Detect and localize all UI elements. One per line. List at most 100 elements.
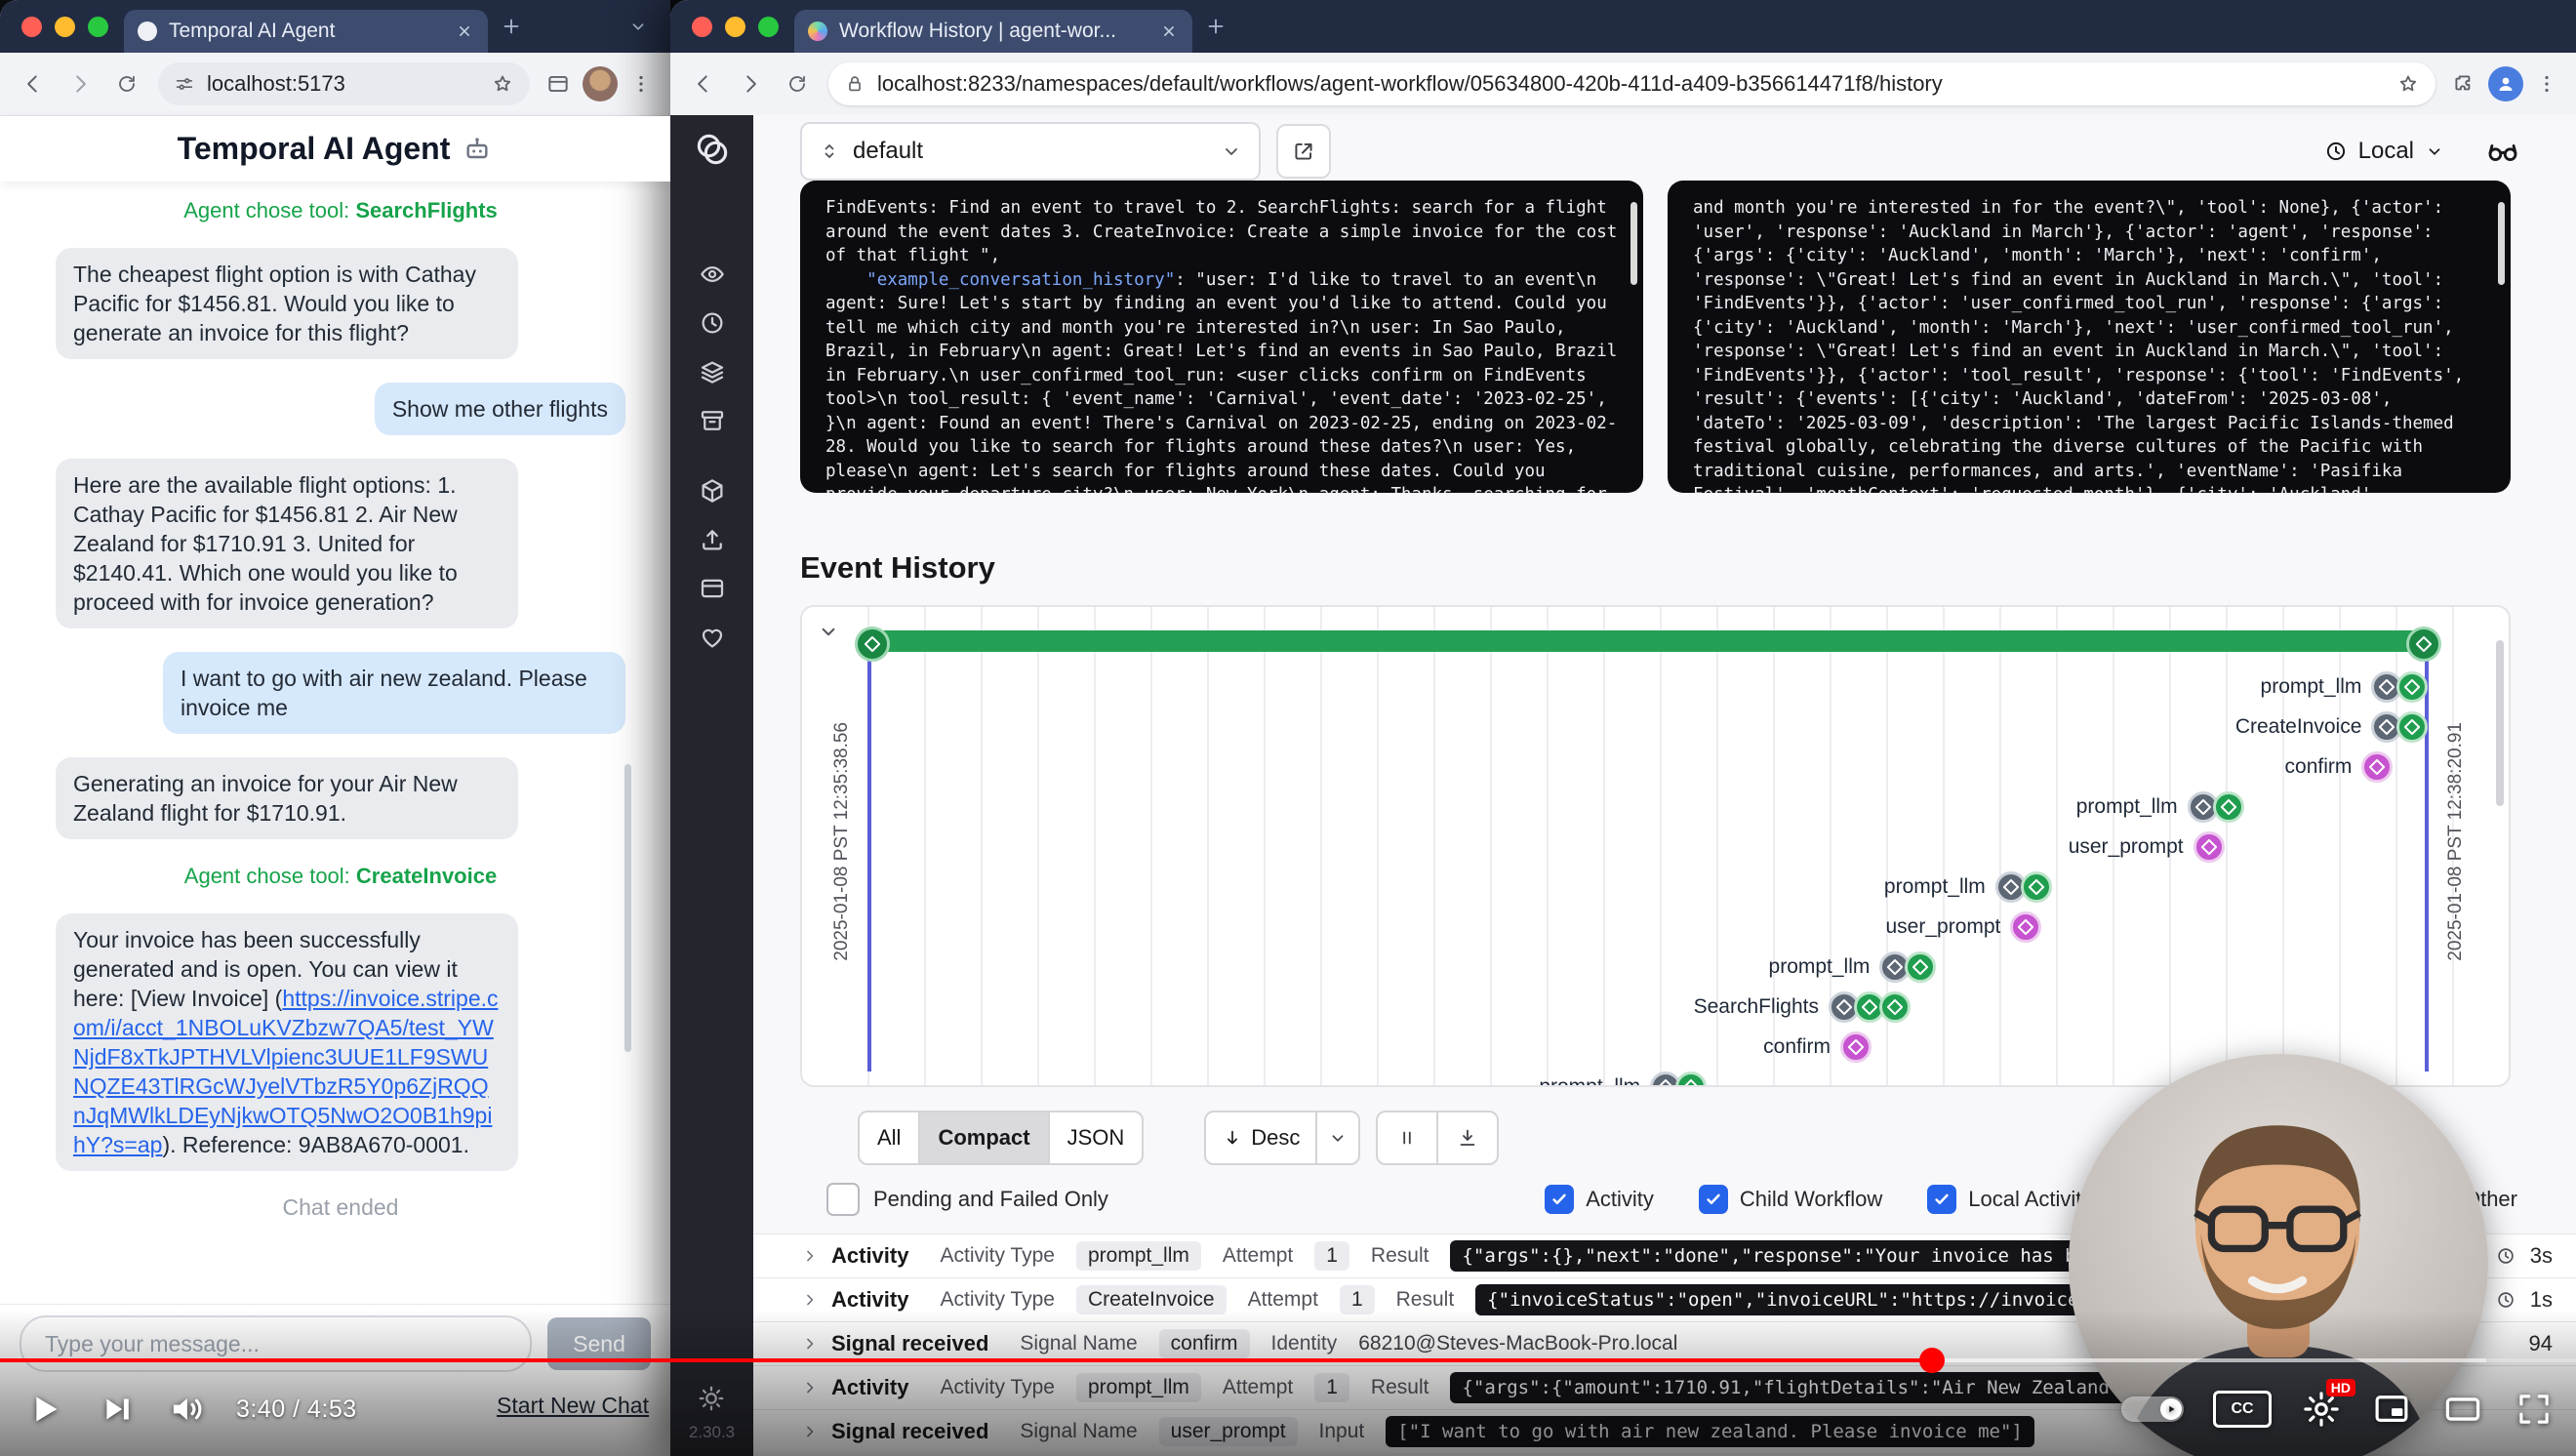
timeline-marker-green[interactable] xyxy=(1675,1072,1707,1087)
timeline-marker-green[interactable] xyxy=(2021,871,2052,903)
next-button[interactable] xyxy=(96,1389,137,1430)
timeline-event[interactable]: CreateInvoice xyxy=(802,714,2428,740)
open-in-new-button[interactable] xyxy=(1276,124,1331,179)
eye-icon[interactable] xyxy=(698,260,727,289)
namespace-selector[interactable]: default xyxy=(800,122,1261,181)
tab-close-icon[interactable] xyxy=(1159,21,1179,41)
type-filter-activity[interactable]: Activity xyxy=(1545,1185,1654,1214)
theater-mode-button[interactable] xyxy=(2441,1388,2484,1431)
close-window-button[interactable] xyxy=(692,17,712,37)
workflow-result-panel[interactable]: and month you're interested in for the e… xyxy=(1668,181,2511,493)
tab-close-icon[interactable] xyxy=(455,21,474,41)
sort-order-button[interactable]: Desc xyxy=(1204,1111,1360,1165)
download-history-button[interactable] xyxy=(1436,1112,1497,1163)
chat-message-input[interactable] xyxy=(20,1315,532,1372)
timeline-event[interactable]: prompt_llm xyxy=(802,674,2428,700)
extensions-puzzle-icon[interactable] xyxy=(2451,71,2476,97)
archive-icon[interactable] xyxy=(698,406,727,435)
captions-button[interactable]: CC xyxy=(2213,1391,2272,1428)
timeline-event[interactable]: confirm xyxy=(802,1034,1872,1060)
schedules-clock-icon[interactable] xyxy=(698,308,727,338)
type-filter-child-workflow[interactable]: Child Workflow xyxy=(1699,1185,1882,1214)
timeline-marker-pink[interactable] xyxy=(1840,1031,1872,1063)
labs-glasses-icon[interactable] xyxy=(2484,133,2521,170)
menu-kebab-icon[interactable] xyxy=(2535,72,2558,96)
timeline-event[interactable]: prompt_llm xyxy=(802,874,2052,900)
card-icon[interactable] xyxy=(698,574,727,603)
timeline-marker-pink[interactable] xyxy=(2361,751,2393,783)
minimize-window-button[interactable] xyxy=(725,17,745,37)
workflow-end-marker[interactable] xyxy=(2406,627,2441,662)
timeline-marker-pink[interactable] xyxy=(2194,831,2225,863)
autoplay-toggle[interactable] xyxy=(2121,1396,2184,1422)
timeline-scrollbar[interactable] xyxy=(2496,640,2504,806)
pause-autorefresh-button[interactable] xyxy=(1378,1112,1436,1163)
timeline-event[interactable]: prompt_llm xyxy=(802,1074,1707,1087)
timeline-marker-green[interactable] xyxy=(1905,951,1936,983)
view-tab-all[interactable]: All xyxy=(860,1112,918,1163)
timeline-event[interactable]: prompt_llm xyxy=(802,954,1936,980)
timeline-event[interactable]: confirm xyxy=(802,754,2393,780)
checkbox[interactable] xyxy=(1699,1185,1728,1214)
play-button[interactable] xyxy=(21,1387,66,1432)
address-bar[interactable]: localhost:5173 xyxy=(158,62,530,105)
timeline-marker-green[interactable] xyxy=(1879,991,1911,1023)
workflow-start-marker[interactable] xyxy=(855,627,890,662)
new-tab-button[interactable] xyxy=(488,0,535,53)
bookmark-star-icon[interactable] xyxy=(2396,72,2420,96)
timeline-event[interactable]: prompt_llm xyxy=(802,794,2244,820)
timeline-marker-green[interactable] xyxy=(2396,671,2428,703)
feedback-heart-icon[interactable] xyxy=(698,623,727,652)
miniplayer-button[interactable] xyxy=(2371,1389,2412,1430)
timeline-event[interactable]: user_prompt xyxy=(802,914,2041,940)
minimize-window-button[interactable] xyxy=(55,17,75,37)
view-tab-json[interactable]: JSON xyxy=(1048,1112,1143,1163)
fullscreen-button[interactable] xyxy=(2514,1389,2555,1430)
zoom-window-button[interactable] xyxy=(758,17,779,37)
workflow-input-panel[interactable]: FindEvents: Find an event to travel to 2… xyxy=(800,181,1643,493)
timeline-marker-green[interactable] xyxy=(2396,711,2428,743)
back-button[interactable] xyxy=(12,62,55,105)
right-browser-tab[interactable]: Workflow History | agent-wor... xyxy=(794,10,1192,53)
reload-button[interactable] xyxy=(776,62,819,105)
video-progress-bar[interactable] xyxy=(0,1358,2576,1362)
settings-button[interactable]: HD xyxy=(2301,1389,2342,1430)
forward-button[interactable] xyxy=(729,62,772,105)
timeline-marker-green[interactable] xyxy=(2213,791,2244,823)
zoom-window-button[interactable] xyxy=(88,17,108,37)
timeline-marker-pink[interactable] xyxy=(2010,911,2041,943)
import-icon[interactable] xyxy=(698,525,727,554)
row-expand-icon[interactable] xyxy=(800,1334,820,1354)
profile-avatar[interactable] xyxy=(2488,66,2523,101)
site-info-icon[interactable] xyxy=(174,73,195,95)
view-tab-compact[interactable]: Compact xyxy=(918,1112,1047,1163)
address-bar[interactable]: localhost:8233/namespaces/default/workfl… xyxy=(828,62,2435,105)
workflow-duration-bar[interactable] xyxy=(867,630,2429,652)
new-tab-button[interactable] xyxy=(1192,0,1239,53)
bookmark-star-icon[interactable] xyxy=(491,72,514,96)
panel-scrollbar[interactable] xyxy=(2498,202,2505,285)
checkbox[interactable] xyxy=(1927,1185,1956,1214)
tab-search-button[interactable] xyxy=(616,0,661,53)
type-filter-local-activity[interactable]: Local Activity xyxy=(1927,1185,2092,1214)
pending-failed-checkbox[interactable] xyxy=(826,1183,860,1216)
extension-icon[interactable] xyxy=(545,71,571,97)
url-text[interactable]: localhost:5173 xyxy=(207,71,479,97)
profile-avatar[interactable] xyxy=(583,66,618,101)
menu-kebab-icon[interactable] xyxy=(629,72,653,96)
checkbox[interactable] xyxy=(1545,1185,1574,1214)
panel-scrollbar[interactable] xyxy=(1630,202,1637,285)
invoice-link[interactable]: https://invoice.stripe.com/i/acct_1NBOLu… xyxy=(73,986,499,1157)
event-id-link[interactable]: 94 xyxy=(2529,1331,2553,1356)
volume-button[interactable] xyxy=(166,1389,207,1430)
timeline-event[interactable]: SearchFlights xyxy=(802,994,1911,1020)
lock-icon[interactable] xyxy=(844,73,865,95)
timeline-collapse-icon[interactable] xyxy=(816,619,841,644)
timezone-selector[interactable]: Local xyxy=(2323,133,2521,170)
layers-icon[interactable] xyxy=(698,357,727,386)
reload-button[interactable] xyxy=(105,62,148,105)
video-scrubber[interactable] xyxy=(1919,1348,1945,1373)
url-text[interactable]: localhost:8233/namespaces/default/workfl… xyxy=(877,71,2385,97)
row-expand-icon[interactable] xyxy=(800,1246,820,1266)
chat-scrollbar[interactable] xyxy=(624,764,631,1052)
